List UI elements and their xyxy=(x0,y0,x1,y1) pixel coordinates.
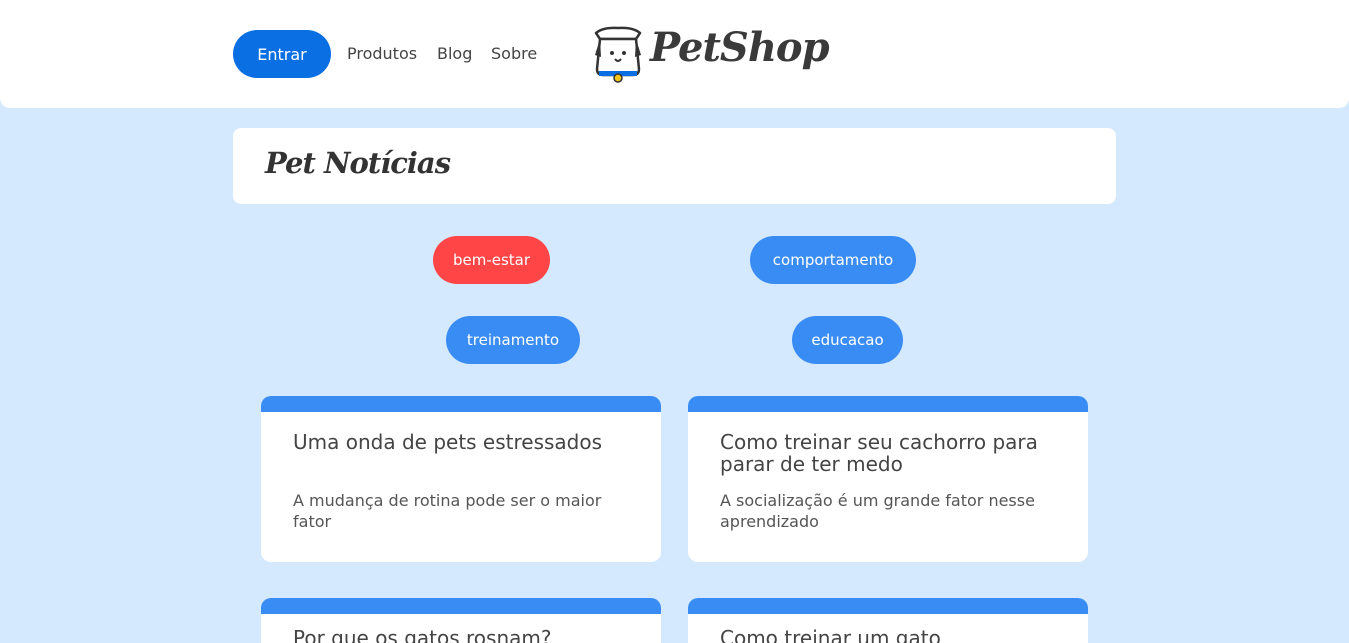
tag-treinamento[interactable]: treinamento xyxy=(446,316,580,364)
news-card[interactable]: Por que os gatos rosnam? xyxy=(261,598,661,643)
card-title[interactable]: Uma onda de pets estressados xyxy=(293,431,633,453)
page-title: Pet Notícias xyxy=(265,146,451,180)
page-title-box: Pet Notícias xyxy=(233,128,1116,204)
card-title[interactable]: Por que os gatos rosnam? xyxy=(293,627,633,643)
logo-text[interactable]: PetShop xyxy=(650,24,830,71)
card-description: A mudança de rotina pode ser o maior fat… xyxy=(293,491,602,531)
card-top-bar xyxy=(261,598,661,614)
card-description: A socialização é um grande fator nesse a… xyxy=(720,491,1035,531)
nav-link-blog[interactable]: Blog xyxy=(437,44,472,63)
tag-bem-estar[interactable]: bem-estar xyxy=(433,236,550,284)
card-top-bar xyxy=(688,598,1088,614)
news-card[interactable]: Uma onda de pets estressados A mudança d… xyxy=(261,396,661,562)
dog-logo-icon[interactable] xyxy=(593,25,643,83)
nav-link-produtos[interactable]: Produtos xyxy=(347,44,417,63)
card-top-bar xyxy=(688,396,1088,412)
tag-educacao[interactable]: educacao xyxy=(792,316,903,364)
card-top-bar xyxy=(261,396,661,412)
card-title[interactable]: Como treinar um gato xyxy=(720,627,1060,643)
news-card[interactable]: Como treinar seu cachorro para parar de … xyxy=(688,396,1088,562)
card-title[interactable]: Como treinar seu cachorro para parar de … xyxy=(720,431,1060,475)
tag-comportamento[interactable]: comportamento xyxy=(750,236,916,284)
news-card[interactable]: Como treinar um gato xyxy=(688,598,1088,643)
nav-link-sobre[interactable]: Sobre xyxy=(491,44,537,63)
login-button[interactable]: Entrar xyxy=(233,30,331,78)
site-header: Entrar Produtos Blog Sobre PetShop xyxy=(0,0,1349,108)
